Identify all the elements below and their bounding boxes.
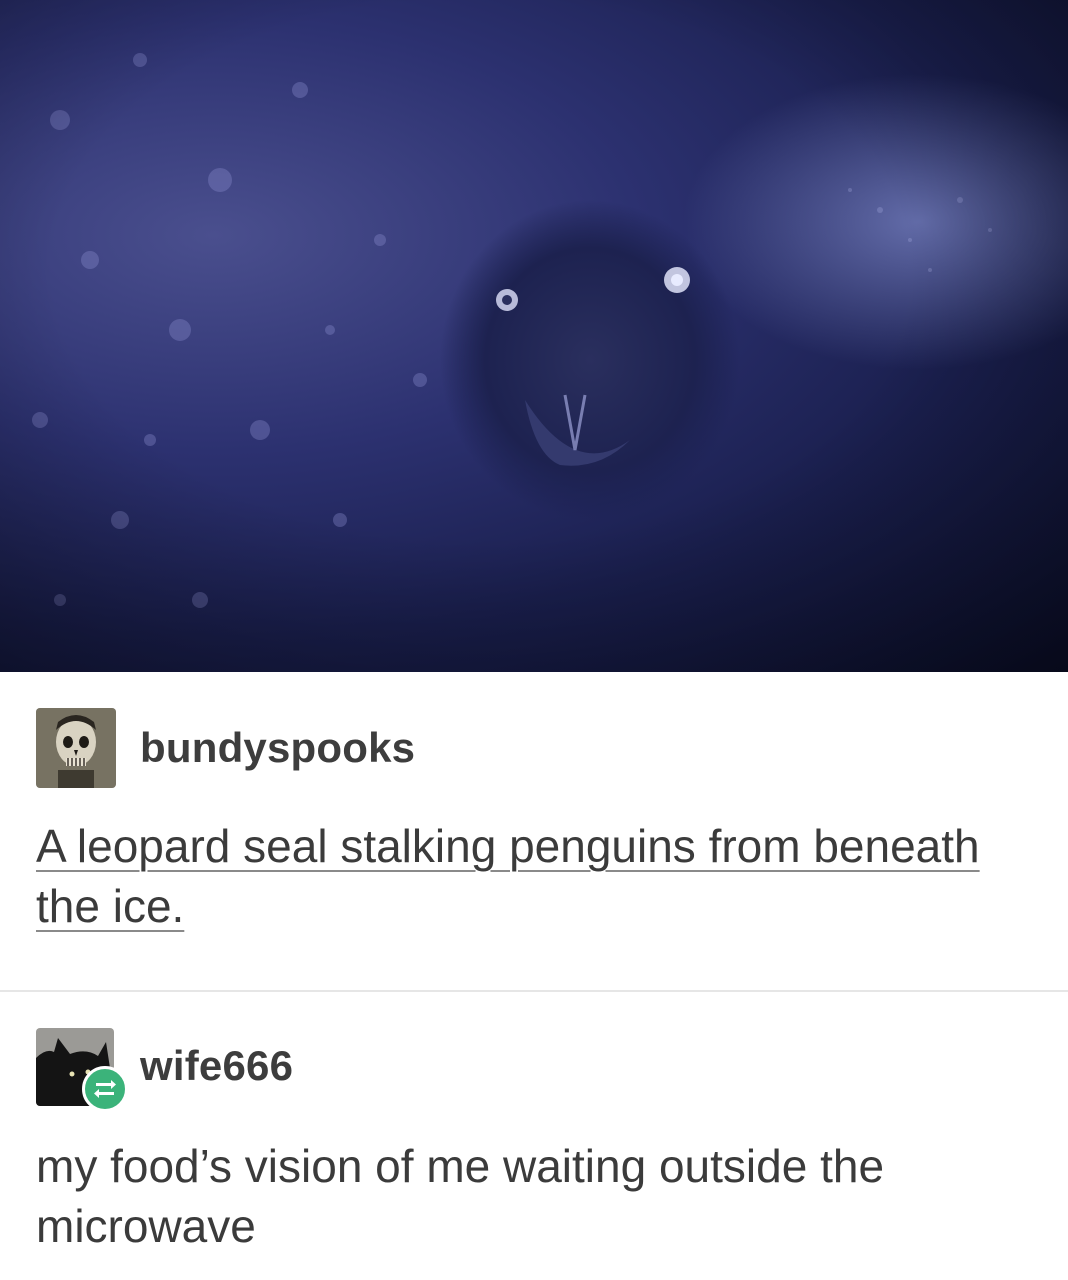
username[interactable]: wife666 xyxy=(140,1042,293,1090)
post-text[interactable]: A leopard seal stalking penguins from be… xyxy=(36,816,996,936)
post-text: my food’s vision of me waiting outside t… xyxy=(36,1140,885,1252)
username[interactable]: bundyspooks xyxy=(140,724,415,772)
skull-portrait-icon xyxy=(36,708,116,788)
reblog-icon xyxy=(82,1066,128,1112)
seal-photo xyxy=(0,0,1068,672)
post-bundyspooks: bundyspooks A leopard seal stalking peng… xyxy=(0,672,1068,990)
skull-portrait-avatar[interactable] xyxy=(36,708,116,788)
seal-photo-art xyxy=(0,0,1068,672)
reblog-arrows-icon xyxy=(94,1080,116,1098)
post-wife666: wife666 my food’s vision of me waiting o… xyxy=(0,992,1068,1280)
